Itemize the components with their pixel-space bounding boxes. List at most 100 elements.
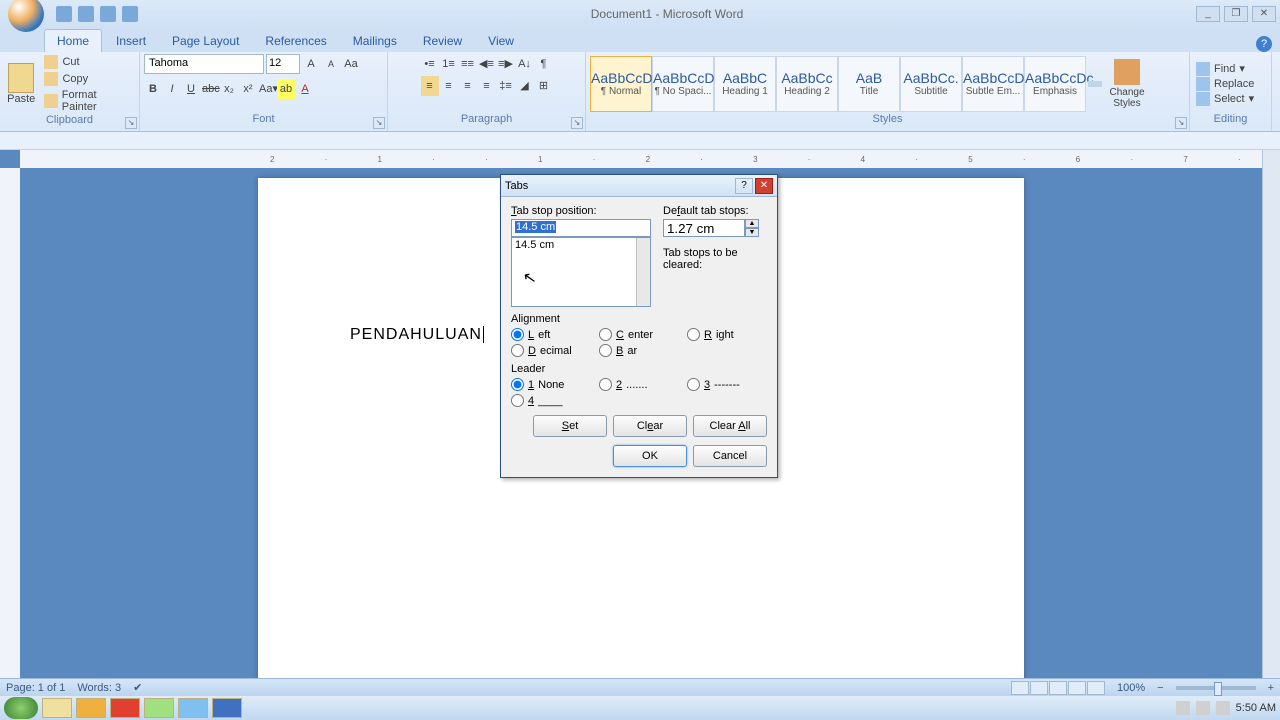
word-count[interactable]: Words: 3 (77, 682, 121, 694)
grow-font-button[interactable]: A (302, 54, 320, 74)
chrome-icon[interactable] (110, 698, 140, 718)
ok-button[interactable]: OK (613, 445, 687, 467)
clear-formatting-button[interactable]: Aa (342, 54, 360, 74)
justify-button[interactable]: ≡ (478, 76, 496, 96)
tab-list-item[interactable]: 14.5 cm (515, 239, 647, 251)
align-bar-radio[interactable]: Bar (599, 344, 687, 357)
style-nospaci[interactable]: AaBbCcDc¶ No Spaci... (652, 56, 714, 112)
app1-icon[interactable] (144, 698, 174, 718)
proofing-icon[interactable]: ✔ (133, 681, 142, 694)
web-layout-view[interactable] (1049, 681, 1067, 695)
styles-more[interactable] (1088, 85, 1102, 87)
clear-all-button[interactable]: Clear All (693, 415, 767, 437)
align-decimal-radio[interactable]: Decimal (511, 344, 599, 357)
save-icon[interactable] (56, 6, 72, 22)
shrink-font-button[interactable]: A (322, 54, 340, 74)
align-left-radio[interactable]: Left (511, 328, 599, 341)
tab-mailings[interactable]: Mailings (341, 30, 409, 52)
select-button[interactable]: Select ▾ (1196, 92, 1254, 106)
start-button[interactable] (4, 697, 38, 719)
dialog-close-button[interactable]: ✕ (755, 178, 773, 194)
redo-icon[interactable] (100, 6, 116, 22)
style-subtleem[interactable]: AaBbCcDcSubtle Em... (962, 56, 1024, 112)
fullscreen-view[interactable] (1030, 681, 1048, 695)
underline-button[interactable]: U (182, 79, 200, 99)
multilevel-button[interactable]: ≡≡ (459, 54, 477, 74)
media-icon[interactable] (76, 698, 106, 718)
numbering-button[interactable]: 1≡ (440, 54, 458, 74)
font-size-combo[interactable]: 12 (266, 54, 300, 74)
default-stops-input[interactable] (663, 219, 745, 237)
explorer-icon[interactable] (42, 698, 72, 718)
dialog-titlebar[interactable]: Tabs ? ✕ (501, 175, 777, 197)
highlight-button[interactable]: ab (277, 79, 295, 99)
clear-button[interactable]: Clear (613, 415, 687, 437)
paste-button[interactable]: Paste (4, 63, 38, 105)
line-spacing-button[interactable]: ‡≡ (497, 76, 515, 96)
network-icon[interactable] (1196, 701, 1210, 715)
tab-stop-input[interactable]: 14.5 cm (511, 219, 651, 237)
zoom-in-button[interactable]: + (1268, 682, 1274, 694)
tab-stop-list[interactable]: 14.5 cm (511, 237, 651, 307)
show-marks-button[interactable]: ¶ (535, 54, 553, 74)
vertical-ruler[interactable] (0, 168, 20, 678)
change-styles-button[interactable]: Change Styles (1104, 59, 1150, 109)
paragraph-launcher[interactable]: ↘ (571, 117, 583, 129)
align-center-button[interactable]: ≡ (440, 76, 458, 96)
leader-none-radio[interactable]: 1 None (511, 378, 599, 391)
style-title[interactable]: AaBTitle (838, 56, 900, 112)
sort-button[interactable]: A↓ (516, 54, 534, 74)
align-left-button[interactable]: ≡ (421, 76, 439, 96)
cut-button[interactable]: Cut (40, 54, 135, 70)
help-icon[interactable]: ? (1256, 36, 1272, 52)
font-color-button[interactable]: A (296, 79, 314, 99)
strike-button[interactable]: abc (201, 79, 219, 99)
style-normal[interactable]: AaBbCcDc¶ Normal (590, 56, 652, 112)
set-button[interactable]: Set (533, 415, 607, 437)
borders-button[interactable]: ⊞ (535, 76, 553, 96)
superscript-button[interactable]: x² (239, 79, 257, 99)
leader-underline-radio[interactable]: 4 ____ (511, 394, 599, 407)
style-heading1[interactable]: AaBbCHeading 1 (714, 56, 776, 112)
change-case-button[interactable]: Aa▾ (258, 79, 276, 99)
tab-pagelayout[interactable]: Page Layout (160, 30, 251, 52)
zoom-slider[interactable] (1176, 686, 1256, 690)
style-subtitle[interactable]: AaBbCc.Subtitle (900, 56, 962, 112)
document-text[interactable]: PENDAHULUAN (350, 326, 484, 344)
spin-up[interactable]: ▲ (745, 219, 759, 228)
align-right-radio[interactable]: Right (687, 328, 767, 341)
cancel-button[interactable]: Cancel (693, 445, 767, 467)
style-emphasis[interactable]: AaBbCcDcEmphasis (1024, 56, 1086, 112)
zoom-value[interactable]: 100% (1117, 682, 1145, 694)
tab-home[interactable]: Home (44, 29, 102, 52)
clock[interactable]: 5:50 AM (1236, 702, 1276, 714)
tab-view[interactable]: View (476, 30, 526, 52)
draft-view[interactable] (1087, 681, 1105, 695)
outline-view[interactable] (1068, 681, 1086, 695)
clipboard-launcher[interactable]: ↘ (125, 117, 137, 129)
format-painter-button[interactable]: Format Painter (40, 88, 135, 114)
zoom-out-button[interactable]: − (1157, 682, 1163, 694)
app2-icon[interactable] (178, 698, 208, 718)
font-launcher[interactable]: ↘ (373, 117, 385, 129)
bold-button[interactable]: B (144, 79, 162, 99)
subscript-button[interactable]: x₂ (220, 79, 238, 99)
font-name-combo[interactable]: Tahoma (144, 54, 264, 74)
volume-icon[interactable] (1216, 701, 1230, 715)
minimize-button[interactable]: _ (1196, 6, 1220, 22)
leader-dots-radio[interactable]: 2 ....... (599, 378, 687, 391)
maximize-button[interactable]: ❐ (1224, 6, 1248, 22)
dialog-help-button[interactable]: ? (735, 178, 753, 194)
tray-icon[interactable] (1176, 701, 1190, 715)
style-heading2[interactable]: AaBbCcHeading 2 (776, 56, 838, 112)
undo-icon[interactable] (78, 6, 94, 22)
quickprint-icon[interactable] (122, 6, 138, 22)
align-right-button[interactable]: ≡ (459, 76, 477, 96)
leader-dashes-radio[interactable]: 3 ------- (687, 378, 767, 391)
find-button[interactable]: Find ▾ (1196, 62, 1254, 76)
replace-button[interactable]: Replace (1196, 77, 1254, 91)
increase-indent-button[interactable]: ≡▶ (497, 54, 515, 74)
decrease-indent-button[interactable]: ◀≡ (478, 54, 496, 74)
tab-references[interactable]: References (253, 30, 338, 52)
print-layout-view[interactable] (1011, 681, 1029, 695)
